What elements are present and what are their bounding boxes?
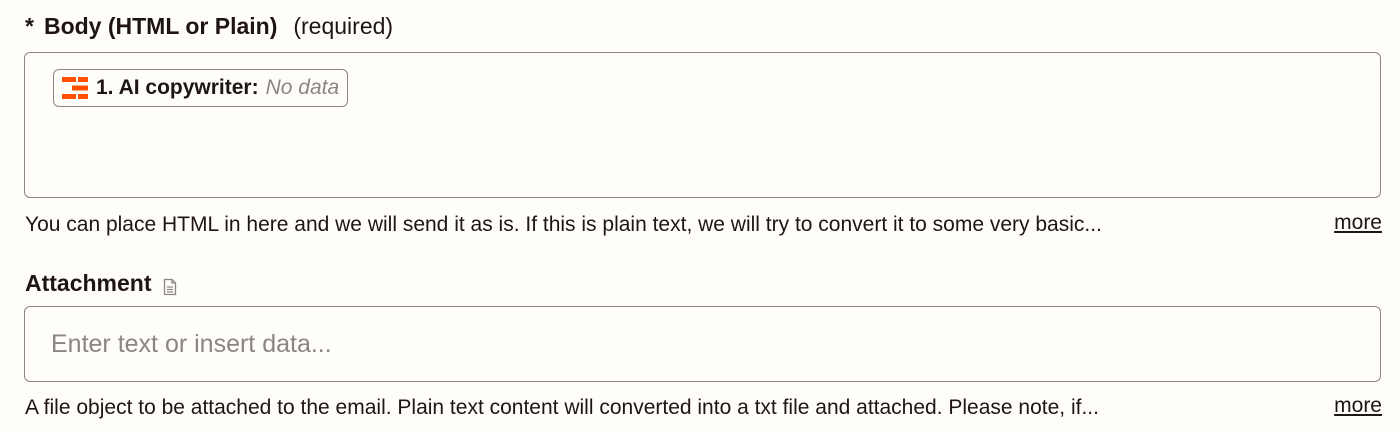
document-icon [162, 275, 178, 295]
form-section: * Body (HTML or Plain) (required) 1. AI … [0, 0, 1400, 431]
body-help-text: You can place HTML in here and we will s… [25, 213, 1102, 236]
attachment-field-label: Attachment [25, 270, 178, 297]
attachment-input[interactable]: Enter text or insert data... [24, 306, 1381, 382]
pill-value: No data [265, 76, 340, 99]
attachment-help-text: A file object to be attached to the emai… [25, 396, 1099, 419]
data-pill[interactable]: 1. AI copywriter: No data [53, 69, 349, 107]
body-more-link[interactable]: more [1334, 211, 1382, 235]
attachment-more-link[interactable]: more [1334, 394, 1382, 418]
required-star: * [25, 13, 34, 39]
attachment-label-text: Attachment [25, 270, 152, 296]
zapier-ai-step-icon [62, 76, 90, 100]
pill-step-label: 1. AI copywriter: [96, 76, 259, 99]
body-input[interactable]: 1. AI copywriter: No data [24, 52, 1381, 198]
body-field-label: * Body (HTML or Plain) (required) [25, 13, 393, 40]
body-label-text: Body (HTML or Plain) [43, 13, 278, 39]
required-text: (required) [293, 13, 394, 39]
attachment-placeholder: Enter text or insert data... [51, 329, 332, 358]
